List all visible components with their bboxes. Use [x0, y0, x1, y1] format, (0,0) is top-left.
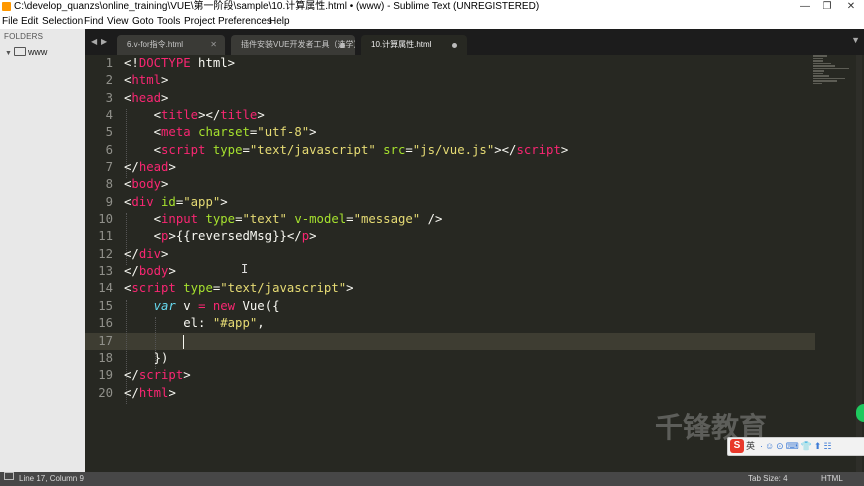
line-number: 20 [98, 385, 113, 400]
line-number: 14 [98, 281, 113, 296]
line-number: 19 [98, 368, 113, 383]
code-line-2: <html> [124, 73, 169, 88]
line-number: 8 [105, 177, 113, 192]
menu-view[interactable]: View [107, 14, 129, 29]
line-number: 10 [98, 212, 113, 227]
minimize-icon[interactable]: — [794, 0, 816, 14]
menu-file[interactable]: File [2, 14, 18, 29]
floating-assistant-icon[interactable] [856, 404, 864, 422]
menu-find[interactable]: Find [84, 14, 103, 29]
code-line-14: <script type="text/javascript"> [124, 281, 354, 296]
line-number: 15 [98, 298, 113, 313]
menu-edit[interactable]: Edit [21, 14, 38, 29]
code-line-3: <head> [124, 90, 169, 105]
code-line-6: <script type="text/javascript" src="js/v… [124, 142, 569, 157]
code-line-16: el: "#app", [124, 316, 265, 331]
cursor-position: Line 17, Column 9 [19, 474, 84, 483]
maximize-icon[interactable]: ❐ [816, 0, 838, 14]
code-line-20: </html> [124, 385, 176, 400]
text-caret [183, 335, 184, 349]
close-icon[interactable]: ✕ [840, 0, 862, 14]
tab-close-icon[interactable]: ✕ [210, 36, 217, 54]
tab-vue-devtools[interactable]: 插件安装VUE开发者工具（选学）setter设置 [231, 35, 355, 55]
line-number: 17 [98, 333, 113, 348]
tab-label: 6.v-for指令.html [127, 40, 184, 49]
line-number: 3 [105, 90, 113, 105]
tab-modified-dot-icon[interactable] [340, 43, 345, 48]
line-number: 7 [105, 160, 113, 175]
code-line-5: <meta charset="utf-8"> [124, 125, 317, 140]
menu-bar: File Edit Selection Find View Goto Tools… [0, 14, 864, 29]
menu-tools[interactable]: Tools [157, 14, 180, 29]
menu-preferences[interactable]: Preferences [218, 14, 272, 29]
line-number: 11 [98, 229, 113, 244]
disclosure-triangle-icon[interactable]: ▼ [5, 50, 12, 57]
code-line-18: }) [124, 350, 169, 365]
menu-help[interactable]: Help [269, 14, 290, 29]
tab-prev-icon[interactable]: ◀ [91, 37, 97, 46]
tab-bar: ◀ ▶ 6.v-for指令.html ✕ 插件安装VUE开发者工具（选学）set… [85, 29, 864, 55]
line-number: 2 [105, 73, 113, 88]
sidebar: FOLDERS ▼ www [0, 29, 85, 472]
status-bar: Line 17, Column 9 Tab Size: 4 HTML [0, 472, 864, 486]
folders-header: FOLDERS [4, 32, 44, 41]
tab-computed[interactable]: 10.计算属性.html [361, 35, 467, 55]
title-bar: C:\develop_quanzs\online_training\VUE\第一… [0, 0, 864, 14]
line-number: 16 [98, 316, 113, 331]
code-text[interactable]: <!DOCTYPE html> <html> <head> <title></t… [124, 55, 568, 402]
mouse-ibeam-cursor-icon: I [241, 262, 249, 276]
ime-tool-icons[interactable]: ·☺⊙⌨👕⬆☷ [760, 438, 834, 455]
code-line-1: <!DOCTYPE html> [124, 56, 236, 70]
code-line-19: </script> [124, 368, 191, 383]
menu-project[interactable]: Project [184, 14, 215, 29]
code-line-12: </div> [124, 246, 169, 261]
code-line-11: <p>{{reversedMsg}}</p> [124, 229, 317, 244]
folder-label: www [27, 47, 48, 57]
tab-modified-dot-icon[interactable] [452, 43, 457, 48]
menu-selection[interactable]: Selection [42, 14, 83, 29]
line-number: 13 [98, 264, 113, 279]
tab-v-for[interactable]: 6.v-for指令.html ✕ [117, 35, 225, 55]
code-line-13: </body> [124, 264, 176, 279]
sogou-logo-icon[interactable]: S [730, 439, 744, 453]
code-line-10: <input type="text" v-model="message" /> [124, 212, 443, 227]
syntax-selector[interactable]: HTML [821, 472, 843, 486]
tab-size-selector[interactable]: Tab Size: 4 [748, 472, 788, 486]
window-title: C:\develop_quanzs\online_training\VUE\第一… [14, 1, 540, 12]
line-number-gutter: 1 2 3 4 5 6 7 8 9 10 11 12 13 14 15 16 1… [85, 55, 113, 402]
line-number: 5 [105, 125, 113, 140]
menu-goto[interactable]: Goto [132, 14, 154, 29]
line-number: 1 [105, 56, 113, 70]
code-line-15: var v = new Vue({ [153, 298, 280, 313]
sublime-app-icon [2, 2, 11, 11]
code-line-9: <div id="app"> [124, 194, 228, 209]
tab-next-icon[interactable]: ▶ [101, 37, 107, 46]
minimap[interactable] [813, 55, 853, 95]
panel-toggle-icon[interactable] [4, 472, 14, 480]
line-number: 6 [105, 142, 113, 157]
line-number: 12 [98, 246, 113, 261]
tab-list-dropdown-icon[interactable]: ▼ [851, 35, 860, 45]
tab-label: 插件安装VUE开发者工具（选学）setter设置 [241, 40, 355, 49]
line-number: 4 [105, 108, 113, 123]
line-number: 18 [98, 350, 113, 365]
code-line-8: <body> [124, 177, 169, 192]
tab-label: 10.计算属性.html [371, 40, 432, 49]
line-number: 9 [105, 194, 113, 209]
ime-toolbar[interactable]: S英 ·☺⊙⌨👕⬆☷ [727, 437, 864, 456]
code-line-7: </head> [124, 160, 176, 175]
folder-www[interactable]: ▼ www [5, 47, 47, 57]
ime-lang-toggle[interactable]: 英 [746, 441, 755, 451]
open-folder-icon [13, 47, 26, 56]
code-line-4: <title></title> [124, 108, 265, 123]
